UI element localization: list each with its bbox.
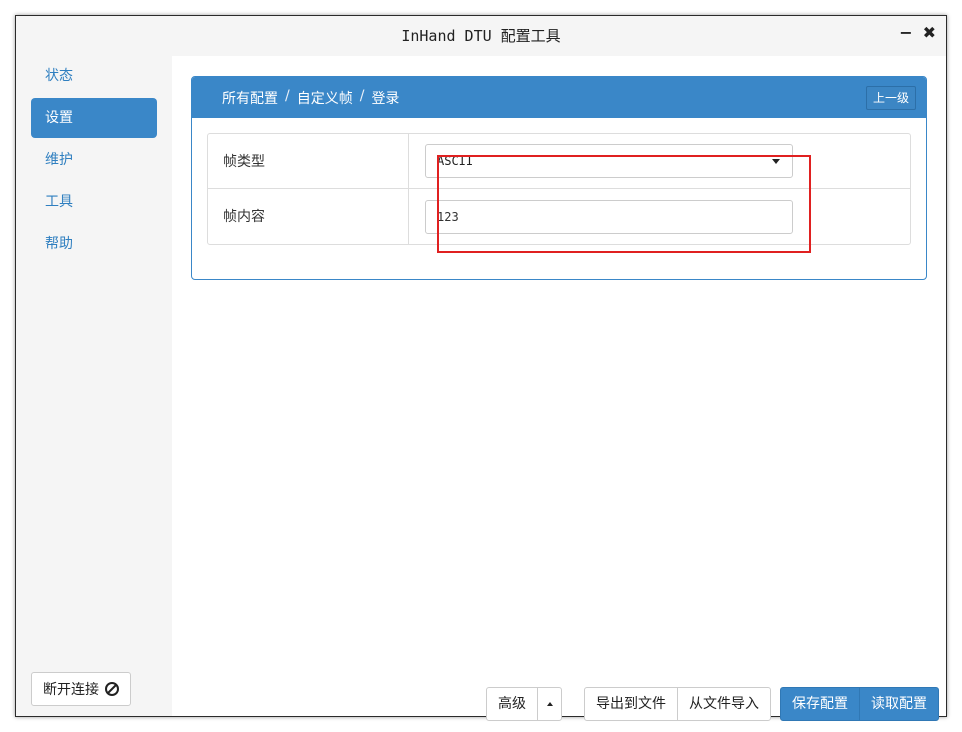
sidebar-item-status[interactable]: 状态 <box>31 56 157 96</box>
frame-content-input[interactable] <box>425 200 793 234</box>
app-window: InHand DTU 配置工具 − ✖ 状态 设置 维护 工具 帮助 断开连接 … <box>15 15 947 721</box>
up-level-button[interactable]: 上一级 <box>865 86 916 110</box>
breadcrumb-separator: / <box>359 88 365 104</box>
breadcrumb-custom-frame[interactable]: 自定义帧 <box>297 88 353 108</box>
save-config-button[interactable]: 保存配置 <box>780 687 860 721</box>
disconnect-button[interactable]: 断开连接 <box>31 672 131 706</box>
advanced-group: 高级 <box>486 687 562 721</box>
sidebar-item-help[interactable]: 帮助 <box>31 224 157 264</box>
column-divider <box>408 134 409 188</box>
frame-content-label: 帧内容 <box>223 209 265 225</box>
sidebar-item-tools[interactable]: 工具 <box>31 182 157 222</box>
file-group: 导出到文件 从文件导入 <box>584 687 771 721</box>
read-config-button[interactable]: 读取配置 <box>859 687 939 721</box>
window-title: InHand DTU 配置工具 <box>401 27 561 45</box>
window-controls: − ✖ <box>899 24 936 42</box>
config-group: 保存配置 读取配置 <box>780 687 939 721</box>
breadcrumb: 所有配置 / 自定义帧 / 登录 <box>222 88 399 108</box>
breadcrumb-all-configs[interactable]: 所有配置 <box>222 88 278 108</box>
sidebar-item-settings[interactable]: 设置 <box>31 98 157 138</box>
frame-content-row: 帧内容 <box>208 189 910 244</box>
panel-header: 所有配置 / 自定义帧 / 登录 上一级 <box>192 77 926 118</box>
frame-type-row: 帧类型 ASCII <box>208 134 910 189</box>
frame-type-label: 帧类型 <box>223 154 265 170</box>
breadcrumb-separator: / <box>285 88 290 104</box>
disconnect-label: 断开连接 <box>43 682 99 698</box>
close-icon[interactable]: ✖ <box>923 24 936 42</box>
frame-type-select[interactable]: ASCII <box>425 144 793 178</box>
frame-type-value: ASCII <box>437 154 474 168</box>
sidebar-item-maintenance[interactable]: 维护 <box>31 140 157 180</box>
sidebar: 状态 设置 维护 工具 帮助 断开连接 <box>16 56 172 716</box>
caret-up-icon <box>546 702 553 706</box>
advanced-button[interactable]: 高级 <box>486 687 538 721</box>
column-divider <box>408 189 409 244</box>
frame-form: 帧类型 ASCII 帧内容 <box>207 133 911 245</box>
export-to-file-button[interactable]: 导出到文件 <box>584 687 678 721</box>
minimize-icon[interactable]: − <box>899 24 912 42</box>
import-from-file-button[interactable]: 从文件导入 <box>677 687 771 721</box>
sidebar-nav: 状态 设置 维护 工具 帮助 <box>31 56 157 266</box>
ban-icon <box>105 682 119 696</box>
title-bar[interactable]: InHand DTU 配置工具 − ✖ <box>16 16 946 54</box>
chevron-down-icon <box>772 159 780 164</box>
advanced-dropdown-button[interactable] <box>537 687 562 721</box>
config-panel: 所有配置 / 自定义帧 / 登录 上一级 帧类型 ASCII 帧内容 123 <box>191 76 927 280</box>
breadcrumb-login: 登录 <box>371 91 400 107</box>
main-content: 所有配置 / 自定义帧 / 登录 上一级 帧类型 ASCII 帧内容 123 高… <box>172 56 946 721</box>
